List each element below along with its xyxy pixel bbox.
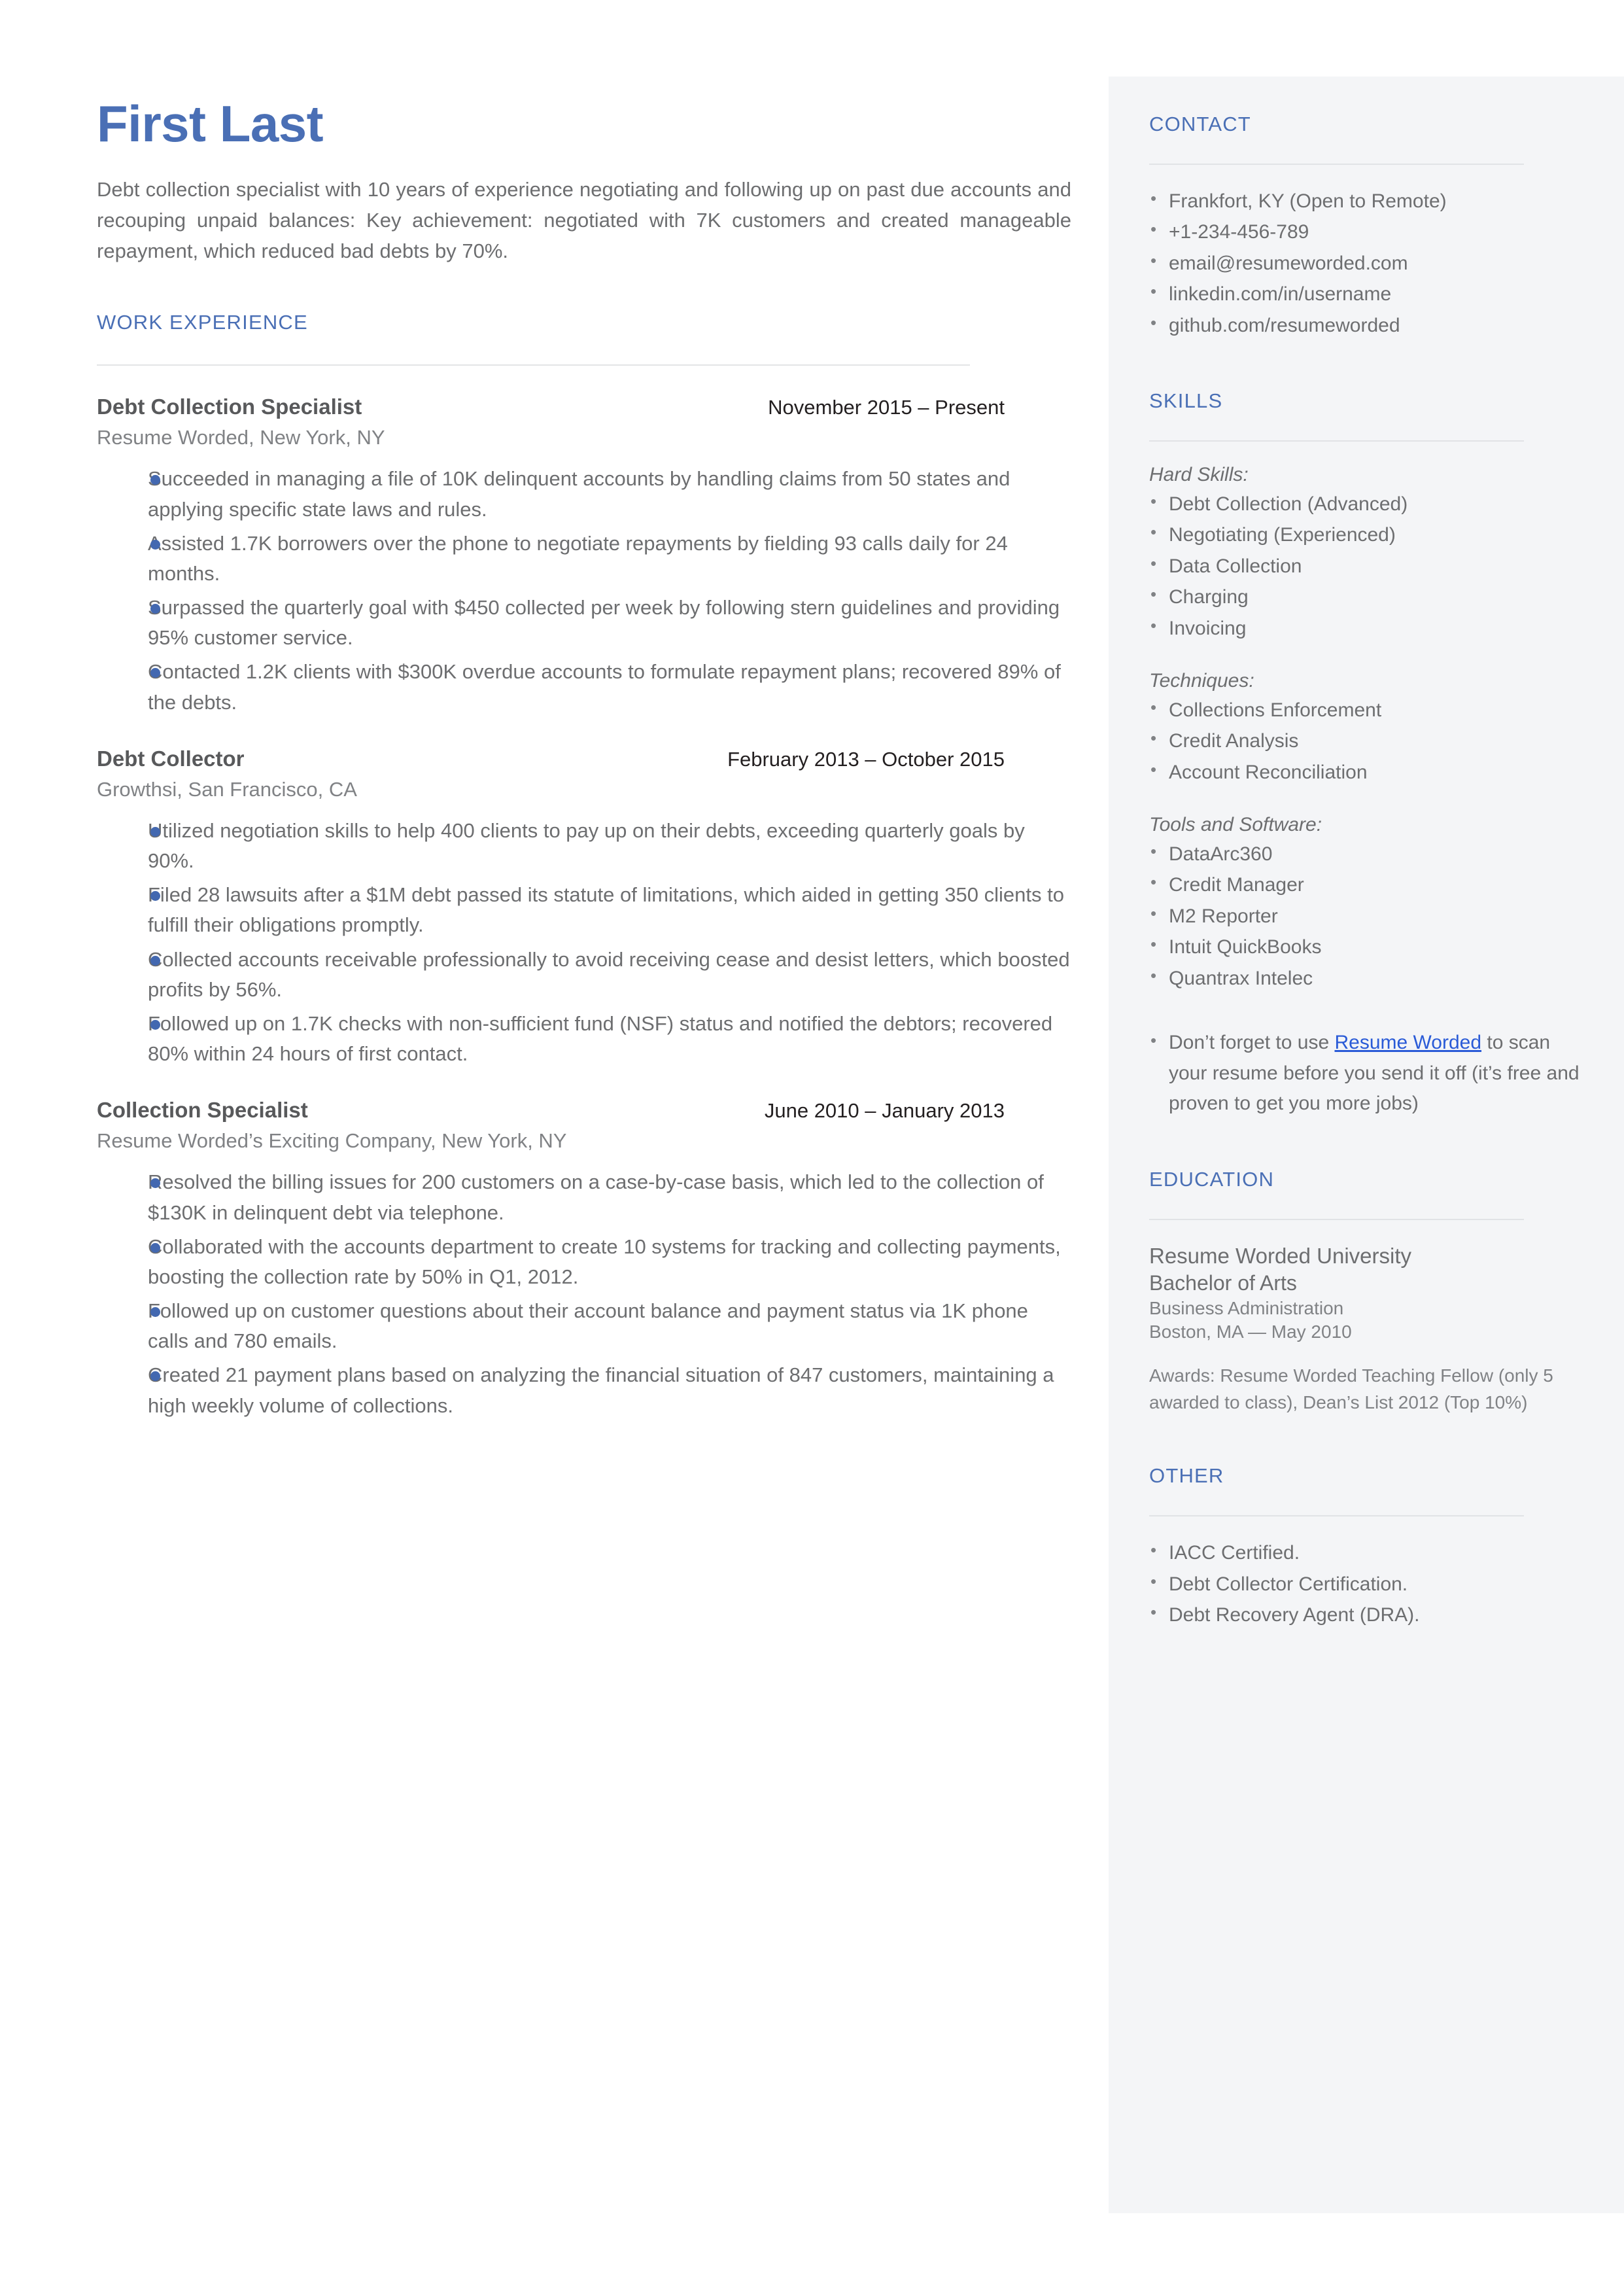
contact-linkedin[interactable]: linkedin.com/in/username bbox=[1149, 278, 1585, 309]
other-list: IACC Certified. Debt Collector Certifica… bbox=[1149, 1537, 1585, 1630]
skill-item: Intuit QuickBooks bbox=[1149, 931, 1585, 962]
job-company: Resume Worded, New York, NY bbox=[97, 426, 385, 449]
sidebar-divider-contact bbox=[1149, 164, 1524, 165]
other-item: IACC Certified. bbox=[1149, 1537, 1585, 1568]
job-header: Debt Collection Specialist November 2015… bbox=[97, 394, 1071, 419]
sidebar-divider-education bbox=[1149, 1218, 1524, 1220]
contact-email[interactable]: email@resumeworded.com bbox=[1149, 247, 1585, 279]
job-dates: February 2013 – October 2015 bbox=[727, 747, 1005, 771]
work-experience-entry: Debt Collection Specialist November 2015… bbox=[97, 394, 1071, 718]
skill-item: Data Collection bbox=[1149, 550, 1585, 582]
skills-list-hard-skills: Debt Collection (Advanced) Negotiating (… bbox=[1149, 488, 1585, 644]
skills-list-techniques: Collections Enforcement Credit Analysis … bbox=[1149, 694, 1585, 788]
education-awards: Awards: Resume Worded Teaching Fellow (o… bbox=[1149, 1365, 1553, 1412]
job-title: Collection Specialist bbox=[97, 1098, 308, 1123]
skills-group-heading-tools-and-software: Tools and Software: bbox=[1149, 814, 1322, 836]
job-dates: November 2015 – Present bbox=[768, 396, 1005, 419]
page-title: First Last bbox=[97, 95, 324, 152]
education-school: Resume Worded University bbox=[1149, 1243, 1412, 1268]
job-header: Collection Specialist June 2010 – Januar… bbox=[97, 1098, 1071, 1123]
contact-location: Frankfort, KY (Open to Remote) bbox=[1149, 185, 1585, 217]
main-column: First Last Debt collection specialist wi… bbox=[97, 98, 1071, 1425]
job-bullet: Resolved the billing issues for 200 cust… bbox=[97, 1167, 1071, 1227]
sidebar-divider-skills bbox=[1149, 440, 1524, 442]
job-bullet: Created 21 payment plans based on analyz… bbox=[97, 1360, 1071, 1420]
skill-item: Credit Analysis bbox=[1149, 725, 1585, 756]
job-dates: June 2010 – January 2013 bbox=[764, 1099, 1005, 1123]
section-divider-work-experience bbox=[97, 364, 970, 366]
education-degree: Bachelor of Arts bbox=[1149, 1270, 1297, 1295]
work-experience-entry: Debt Collector February 2013 – October 2… bbox=[97, 746, 1071, 1070]
job-bullet: Assisted 1.7K borrowers over the phone t… bbox=[97, 529, 1071, 589]
skills-list-tools-and-software: DataArc360 Credit Manager M2 Reporter In… bbox=[1149, 838, 1585, 994]
sidebar-heading-contact: CONTACT bbox=[1149, 113, 1251, 135]
sidebar-heading-education: EDUCATION bbox=[1149, 1167, 1275, 1191]
job-bullet: Followed up on 1.7K checks with non-suff… bbox=[97, 1009, 1071, 1069]
skills-group-heading-hard-skills: Hard Skills: bbox=[1149, 463, 1249, 485]
job-bullet: Followed up on customer questions about … bbox=[97, 1296, 1071, 1356]
job-company: Growthsi, San Francisco, CA bbox=[97, 777, 357, 801]
skill-item: Collections Enforcement bbox=[1149, 694, 1585, 726]
education-field-of-study: Business Administration bbox=[1149, 1297, 1344, 1318]
resume-page: First Last Debt collection specialist wi… bbox=[0, 0, 1624, 2295]
job-title: Debt Collection Specialist bbox=[97, 394, 362, 419]
section-heading-work-experience: WORK EXPERIENCE bbox=[97, 311, 308, 334]
skill-item: Debt Collection (Advanced) bbox=[1149, 488, 1585, 519]
job-bullet-list: Resolved the billing issues for 200 cust… bbox=[97, 1167, 1071, 1421]
skill-item: Account Reconciliation bbox=[1149, 756, 1585, 788]
skill-item: Charging bbox=[1149, 581, 1585, 612]
contact-phone[interactable]: +1-234-456-789 bbox=[1149, 216, 1585, 247]
sidebar-heading-skills: SKILLS bbox=[1149, 389, 1223, 412]
skill-item: Credit Manager bbox=[1149, 869, 1585, 900]
other-item: Debt Collector Certification. bbox=[1149, 1568, 1585, 1600]
job-bullet-list: Utilized negotiation skills to help 400 … bbox=[97, 816, 1071, 1070]
contact-list: Frankfort, KY (Open to Remote) +1-234-45… bbox=[1149, 185, 1585, 341]
job-bullet-list: Succeeded in managing a file of 10K deli… bbox=[97, 464, 1071, 718]
sidebar-heading-other: OTHER bbox=[1149, 1464, 1224, 1488]
job-bullet: Succeeded in managing a file of 10K deli… bbox=[97, 464, 1071, 524]
sidebar-divider-other bbox=[1149, 1515, 1524, 1517]
job-bullet: Surpassed the quarterly goal with $450 c… bbox=[97, 593, 1071, 653]
skill-item: Invoicing bbox=[1149, 612, 1585, 644]
skill-item: DataArc360 bbox=[1149, 838, 1585, 869]
contact-github[interactable]: github.com/resumeworded bbox=[1149, 309, 1585, 341]
job-bullet: Filed 28 lawsuits after a $1M debt passe… bbox=[97, 880, 1071, 940]
job-bullet: Collaborated with the accounts departmen… bbox=[97, 1232, 1071, 1292]
job-company: Resume Worded’s Exciting Company, New Yo… bbox=[97, 1129, 567, 1153]
job-header: Debt Collector February 2013 – October 2… bbox=[97, 746, 1071, 771]
work-experience-entry: Collection Specialist June 2010 – Januar… bbox=[97, 1098, 1071, 1421]
resume-worded-promo-note: Don’t forget to use Resume Worded to sca… bbox=[1149, 1027, 1585, 1119]
other-item: Debt Recovery Agent (DRA). bbox=[1149, 1599, 1585, 1630]
job-bullet: Collected accounts receivable profession… bbox=[97, 945, 1071, 1005]
skill-item: Negotiating (Experienced) bbox=[1149, 519, 1585, 550]
skill-item: Quantrax Intelec bbox=[1149, 962, 1585, 994]
sidebar: CONTACT Frankfort, KY (Open to Remote) +… bbox=[1109, 77, 1624, 2213]
job-bullet: Contacted 1.2K clients with $300K overdu… bbox=[97, 657, 1071, 717]
resume-worded-link[interactable]: Resume Worded bbox=[1334, 1032, 1481, 1053]
professional-summary: Debt collection specialist with 10 years… bbox=[97, 178, 1071, 263]
job-bullet: Utilized negotiation skills to help 400 … bbox=[97, 816, 1071, 876]
job-title: Debt Collector bbox=[97, 746, 245, 771]
skill-item: M2 Reporter bbox=[1149, 900, 1585, 932]
promo-text-before: Don’t forget to use bbox=[1169, 1032, 1335, 1054]
education-location-date: Boston, MA — May 2010 bbox=[1149, 1321, 1352, 1342]
skills-group-heading-techniques: Techniques: bbox=[1149, 669, 1254, 692]
